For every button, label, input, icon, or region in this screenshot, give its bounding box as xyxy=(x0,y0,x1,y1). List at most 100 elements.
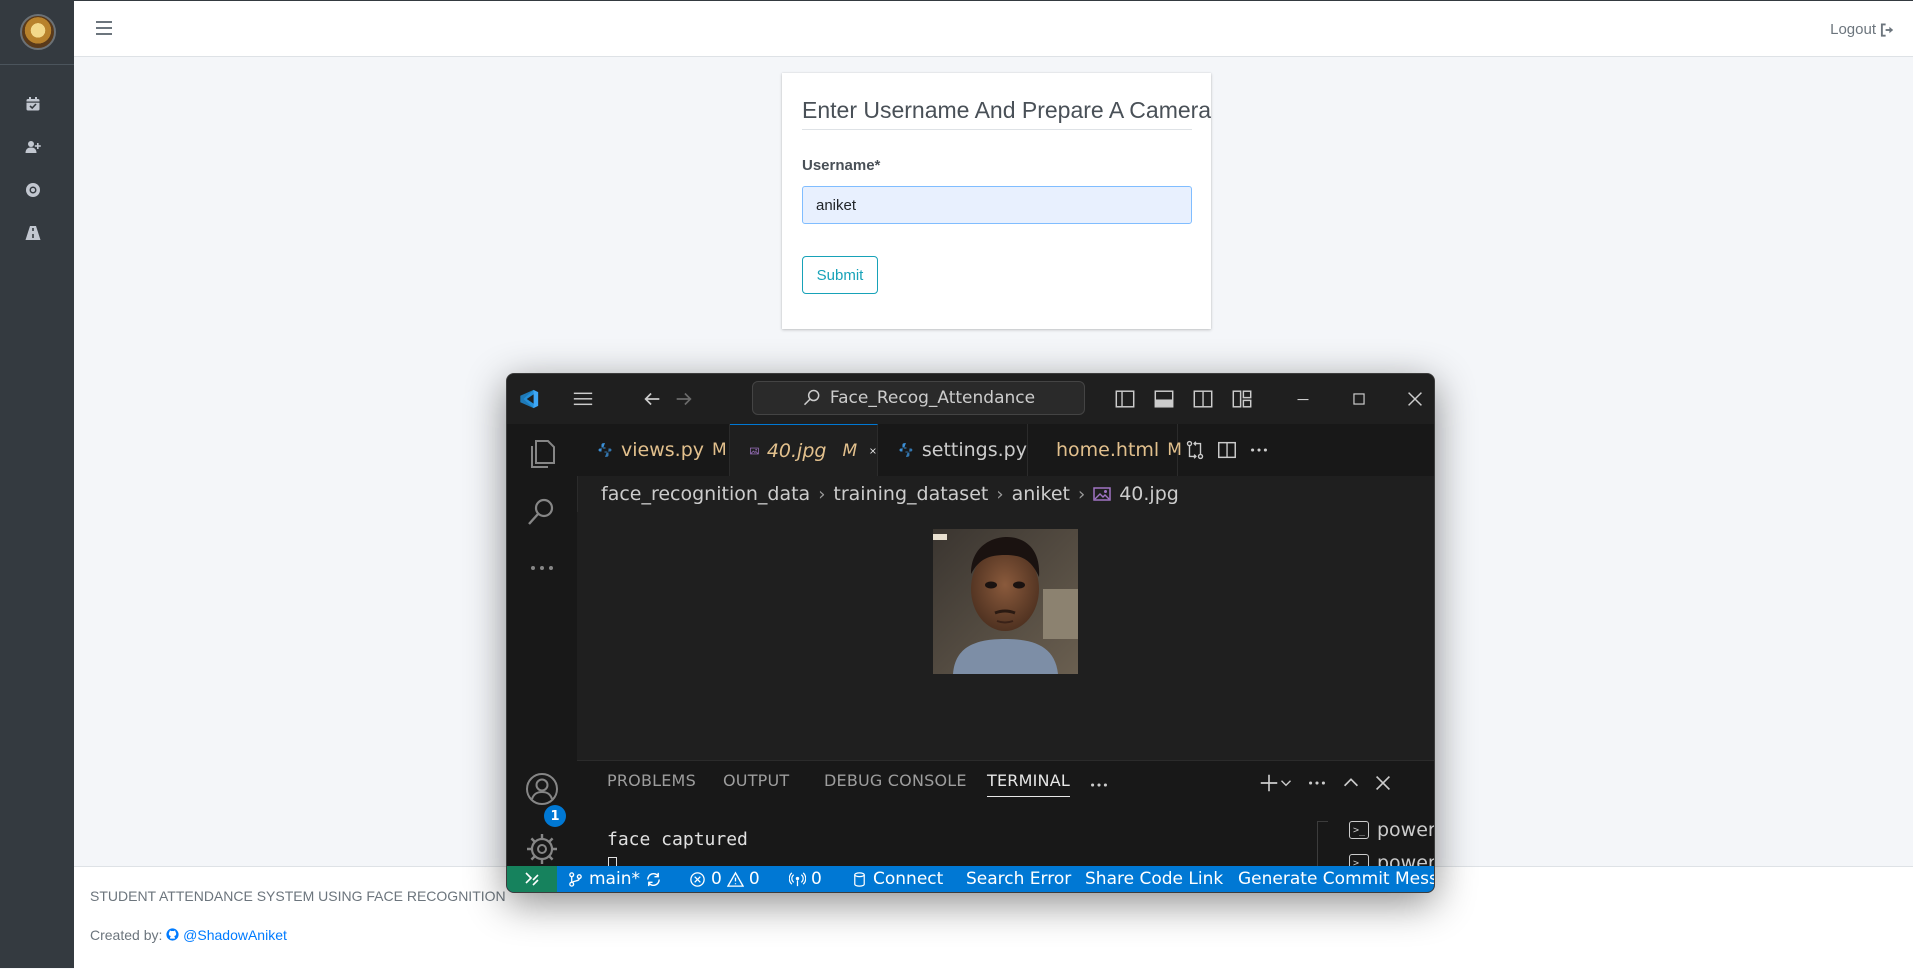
username-card: Enter Username And Prepare A Camera User… xyxy=(782,73,1211,329)
more-actions-icon[interactable] xyxy=(1247,438,1271,462)
tab-modified-indicator: M xyxy=(1167,440,1182,460)
problems-status[interactable]: 0 0 xyxy=(689,866,760,892)
breadcrumb-item[interactable]: aniket xyxy=(1012,483,1070,505)
vscode-logo-icon xyxy=(517,388,541,410)
open-changes-icon[interactable] xyxy=(1183,438,1207,462)
toggle-primary-sidebar-icon[interactable] xyxy=(1113,388,1137,410)
tab-problems[interactable]: PROBLEMS xyxy=(607,771,696,796)
vscode-window: Face_Recog_Attendance 1 views.py M 40.jp… xyxy=(506,373,1435,893)
ports-status[interactable]: 0 xyxy=(789,866,822,892)
broadcast-icon xyxy=(789,871,806,886)
settings-gear-icon[interactable] xyxy=(522,829,562,869)
image-file-icon xyxy=(750,447,759,454)
github-icon xyxy=(166,928,179,941)
tab-output[interactable]: OUTPUT xyxy=(723,771,789,796)
customize-layout-icon[interactable] xyxy=(1230,388,1254,410)
split-editor-icon[interactable] xyxy=(1215,438,1239,462)
calendar-check-icon[interactable] xyxy=(24,95,42,113)
python-file-icon xyxy=(598,443,612,457)
warning-icon xyxy=(726,871,744,887)
close-window-icon[interactable] xyxy=(1403,388,1427,410)
share-code-link-status[interactable]: Share Code Link xyxy=(1085,866,1223,892)
database-icon xyxy=(854,871,865,887)
camera-lens-icon[interactable] xyxy=(24,181,42,199)
git-branch-icon xyxy=(569,871,582,887)
sign-out-icon xyxy=(1880,22,1894,37)
face-photo-preview xyxy=(933,529,1078,674)
tab-modified-indicator: M xyxy=(712,440,727,460)
sidebar xyxy=(0,0,74,968)
menu-toggle-icon[interactable] xyxy=(96,21,112,35)
tab-debug-console[interactable]: DEBUG CONSOLE xyxy=(824,771,967,796)
terminal-scrollbar[interactable] xyxy=(1317,821,1328,872)
maximize-icon[interactable] xyxy=(1347,388,1371,410)
search-view-icon[interactable] xyxy=(522,492,562,532)
terminal-instance[interactable]: >_ powershell xyxy=(1349,819,1435,841)
close-tab-icon[interactable] xyxy=(869,443,877,459)
sync-icon[interactable] xyxy=(645,866,662,892)
maximize-panel-icon[interactable] xyxy=(1339,771,1363,795)
forward-arrow-icon[interactable] xyxy=(672,388,696,410)
created-by-label: Created by: xyxy=(90,927,163,943)
chevron-down-icon[interactable] xyxy=(1277,771,1295,795)
command-center-search[interactable]: Face_Recog_Attendance xyxy=(752,381,1085,415)
add-user-icon[interactable] xyxy=(24,138,42,156)
tab-label: settings.py xyxy=(921,439,1027,461)
author-name: @ShadowAniket xyxy=(183,927,287,943)
python-file-icon xyxy=(899,443,913,457)
image-preview-editor xyxy=(577,512,1434,760)
author-link[interactable]: @ShadowAniket xyxy=(166,927,287,943)
system-name: STUDENT ATTENDANCE SYSTEM USING FACE REC… xyxy=(90,888,506,904)
username-label: Username* xyxy=(802,157,881,174)
back-arrow-icon[interactable] xyxy=(640,388,664,410)
tab-terminal[interactable]: TERMINAL xyxy=(987,771,1070,797)
activity-bar: 1 xyxy=(507,424,578,892)
tab-views-py[interactable]: views.py M xyxy=(577,424,730,476)
chevron-right-icon: › xyxy=(1078,483,1086,505)
tab-home-html[interactable]: home.html M xyxy=(1028,424,1182,476)
tab-settings-py[interactable]: settings.py xyxy=(878,424,1028,476)
warnings-count: 0 xyxy=(748,869,760,889)
chevron-right-icon: › xyxy=(996,483,1004,505)
chevron-right-icon: › xyxy=(818,483,826,505)
breadcrumb-item[interactable]: training_dataset xyxy=(833,483,988,505)
toggle-secondary-sidebar-icon[interactable] xyxy=(1191,388,1215,410)
vscode-titlebar: Face_Recog_Attendance xyxy=(507,374,1434,425)
terminal-output: face captured xyxy=(607,829,748,850)
terminal-more-actions-icon[interactable] xyxy=(1305,771,1329,795)
search-text: Face_Recog_Attendance xyxy=(829,388,1036,408)
card-title: Enter Username And Prepare A Camera xyxy=(802,97,1211,130)
brand-logo[interactable] xyxy=(20,14,56,50)
breadcrumb-item[interactable]: 40.jpg xyxy=(1119,483,1179,505)
logout-link[interactable]: Logout xyxy=(1830,21,1895,38)
connect-status[interactable]: Connect xyxy=(851,866,943,892)
more-views-icon[interactable] xyxy=(522,548,562,588)
minimize-icon[interactable] xyxy=(1291,388,1315,410)
toggle-panel-icon[interactable] xyxy=(1152,388,1176,410)
terminal-icon: >_ xyxy=(1349,821,1369,839)
logout-label: Logout xyxy=(1830,21,1876,38)
breadcrumb-item[interactable]: face_recognition_data xyxy=(601,483,810,505)
close-panel-icon[interactable] xyxy=(1371,771,1395,795)
tab-label: home.html xyxy=(1056,439,1160,461)
explorer-icon[interactable] xyxy=(522,434,562,474)
editor-tabs: views.py M 40.jpg M settings.py home.htm… xyxy=(577,424,1434,476)
tab-40-jpg[interactable]: 40.jpg M xyxy=(730,424,878,476)
generate-commit-status[interactable]: Generate Commit Messa xyxy=(1238,866,1434,892)
username-input[interactable] xyxy=(802,186,1192,224)
top-navbar: Logout xyxy=(74,0,1913,57)
more-panels-icon[interactable] xyxy=(1087,773,1111,797)
submit-button[interactable]: Submit xyxy=(802,256,878,294)
remote-indicator-icon[interactable] xyxy=(507,866,557,892)
tab-modified-indicator: M xyxy=(842,440,858,461)
branch-label: main* xyxy=(589,869,640,889)
search-error-status[interactable]: Search Error xyxy=(966,866,1071,892)
tab-label: 40.jpg xyxy=(766,439,827,462)
tab-label: views.py xyxy=(621,439,704,461)
accounts-icon[interactable] xyxy=(522,769,562,809)
terminal-instance-label: powershell xyxy=(1377,819,1435,841)
errors-count: 0 xyxy=(711,869,722,889)
road-icon[interactable] xyxy=(24,224,42,242)
menu-icon[interactable] xyxy=(571,388,595,410)
git-branch[interactable]: main* xyxy=(567,866,640,892)
